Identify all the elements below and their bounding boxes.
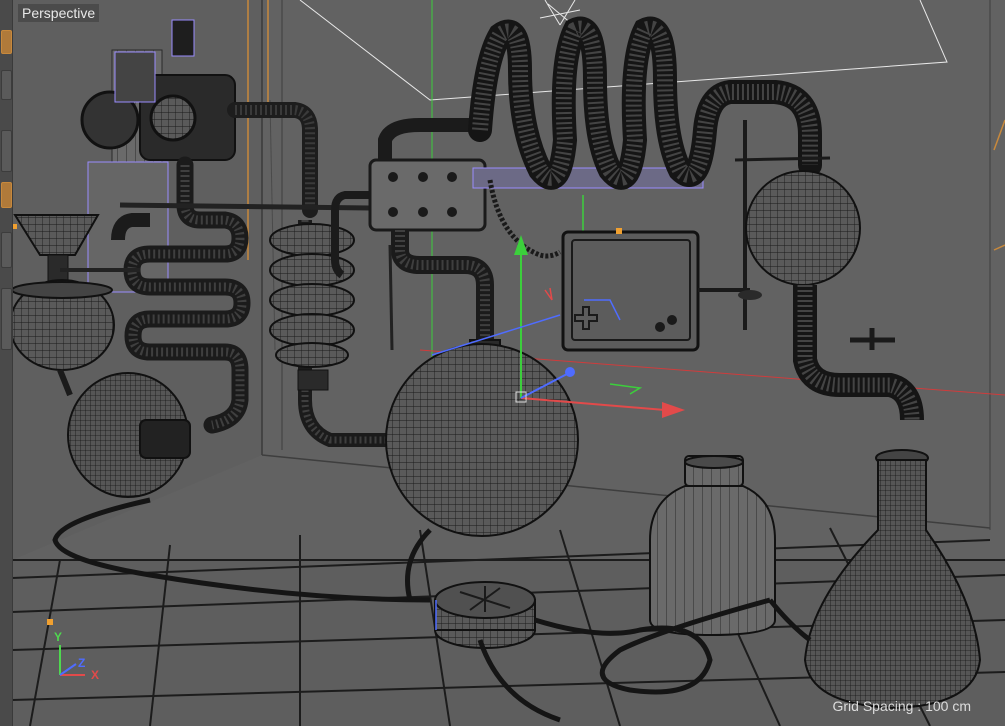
grid-spacing-label: Grid Spacing : 100 cm [832, 698, 971, 714]
toolbar-tab[interactable] [1, 30, 12, 54]
toolbar-tab[interactable] [1, 288, 12, 350]
axis-x-label: X [91, 668, 100, 682]
toolbar-tab[interactable] [1, 182, 12, 208]
toolbar-tab[interactable] [1, 232, 12, 268]
toolbar-tab[interactable] [1, 70, 12, 100]
viewport-label[interactable]: Perspective [18, 4, 100, 22]
burner [434, 581, 536, 649]
left-toolbar-edge [0, 0, 13, 726]
toolbar-tab[interactable] [1, 130, 12, 172]
scene-canvas[interactable] [0, 0, 1005, 726]
axis-y-label: Y [54, 630, 63, 644]
viewport-perspective[interactable]: Perspective Grid Spacing : 100 cm Y Z X [0, 0, 1005, 726]
axis-z-label: Z [78, 656, 86, 670]
